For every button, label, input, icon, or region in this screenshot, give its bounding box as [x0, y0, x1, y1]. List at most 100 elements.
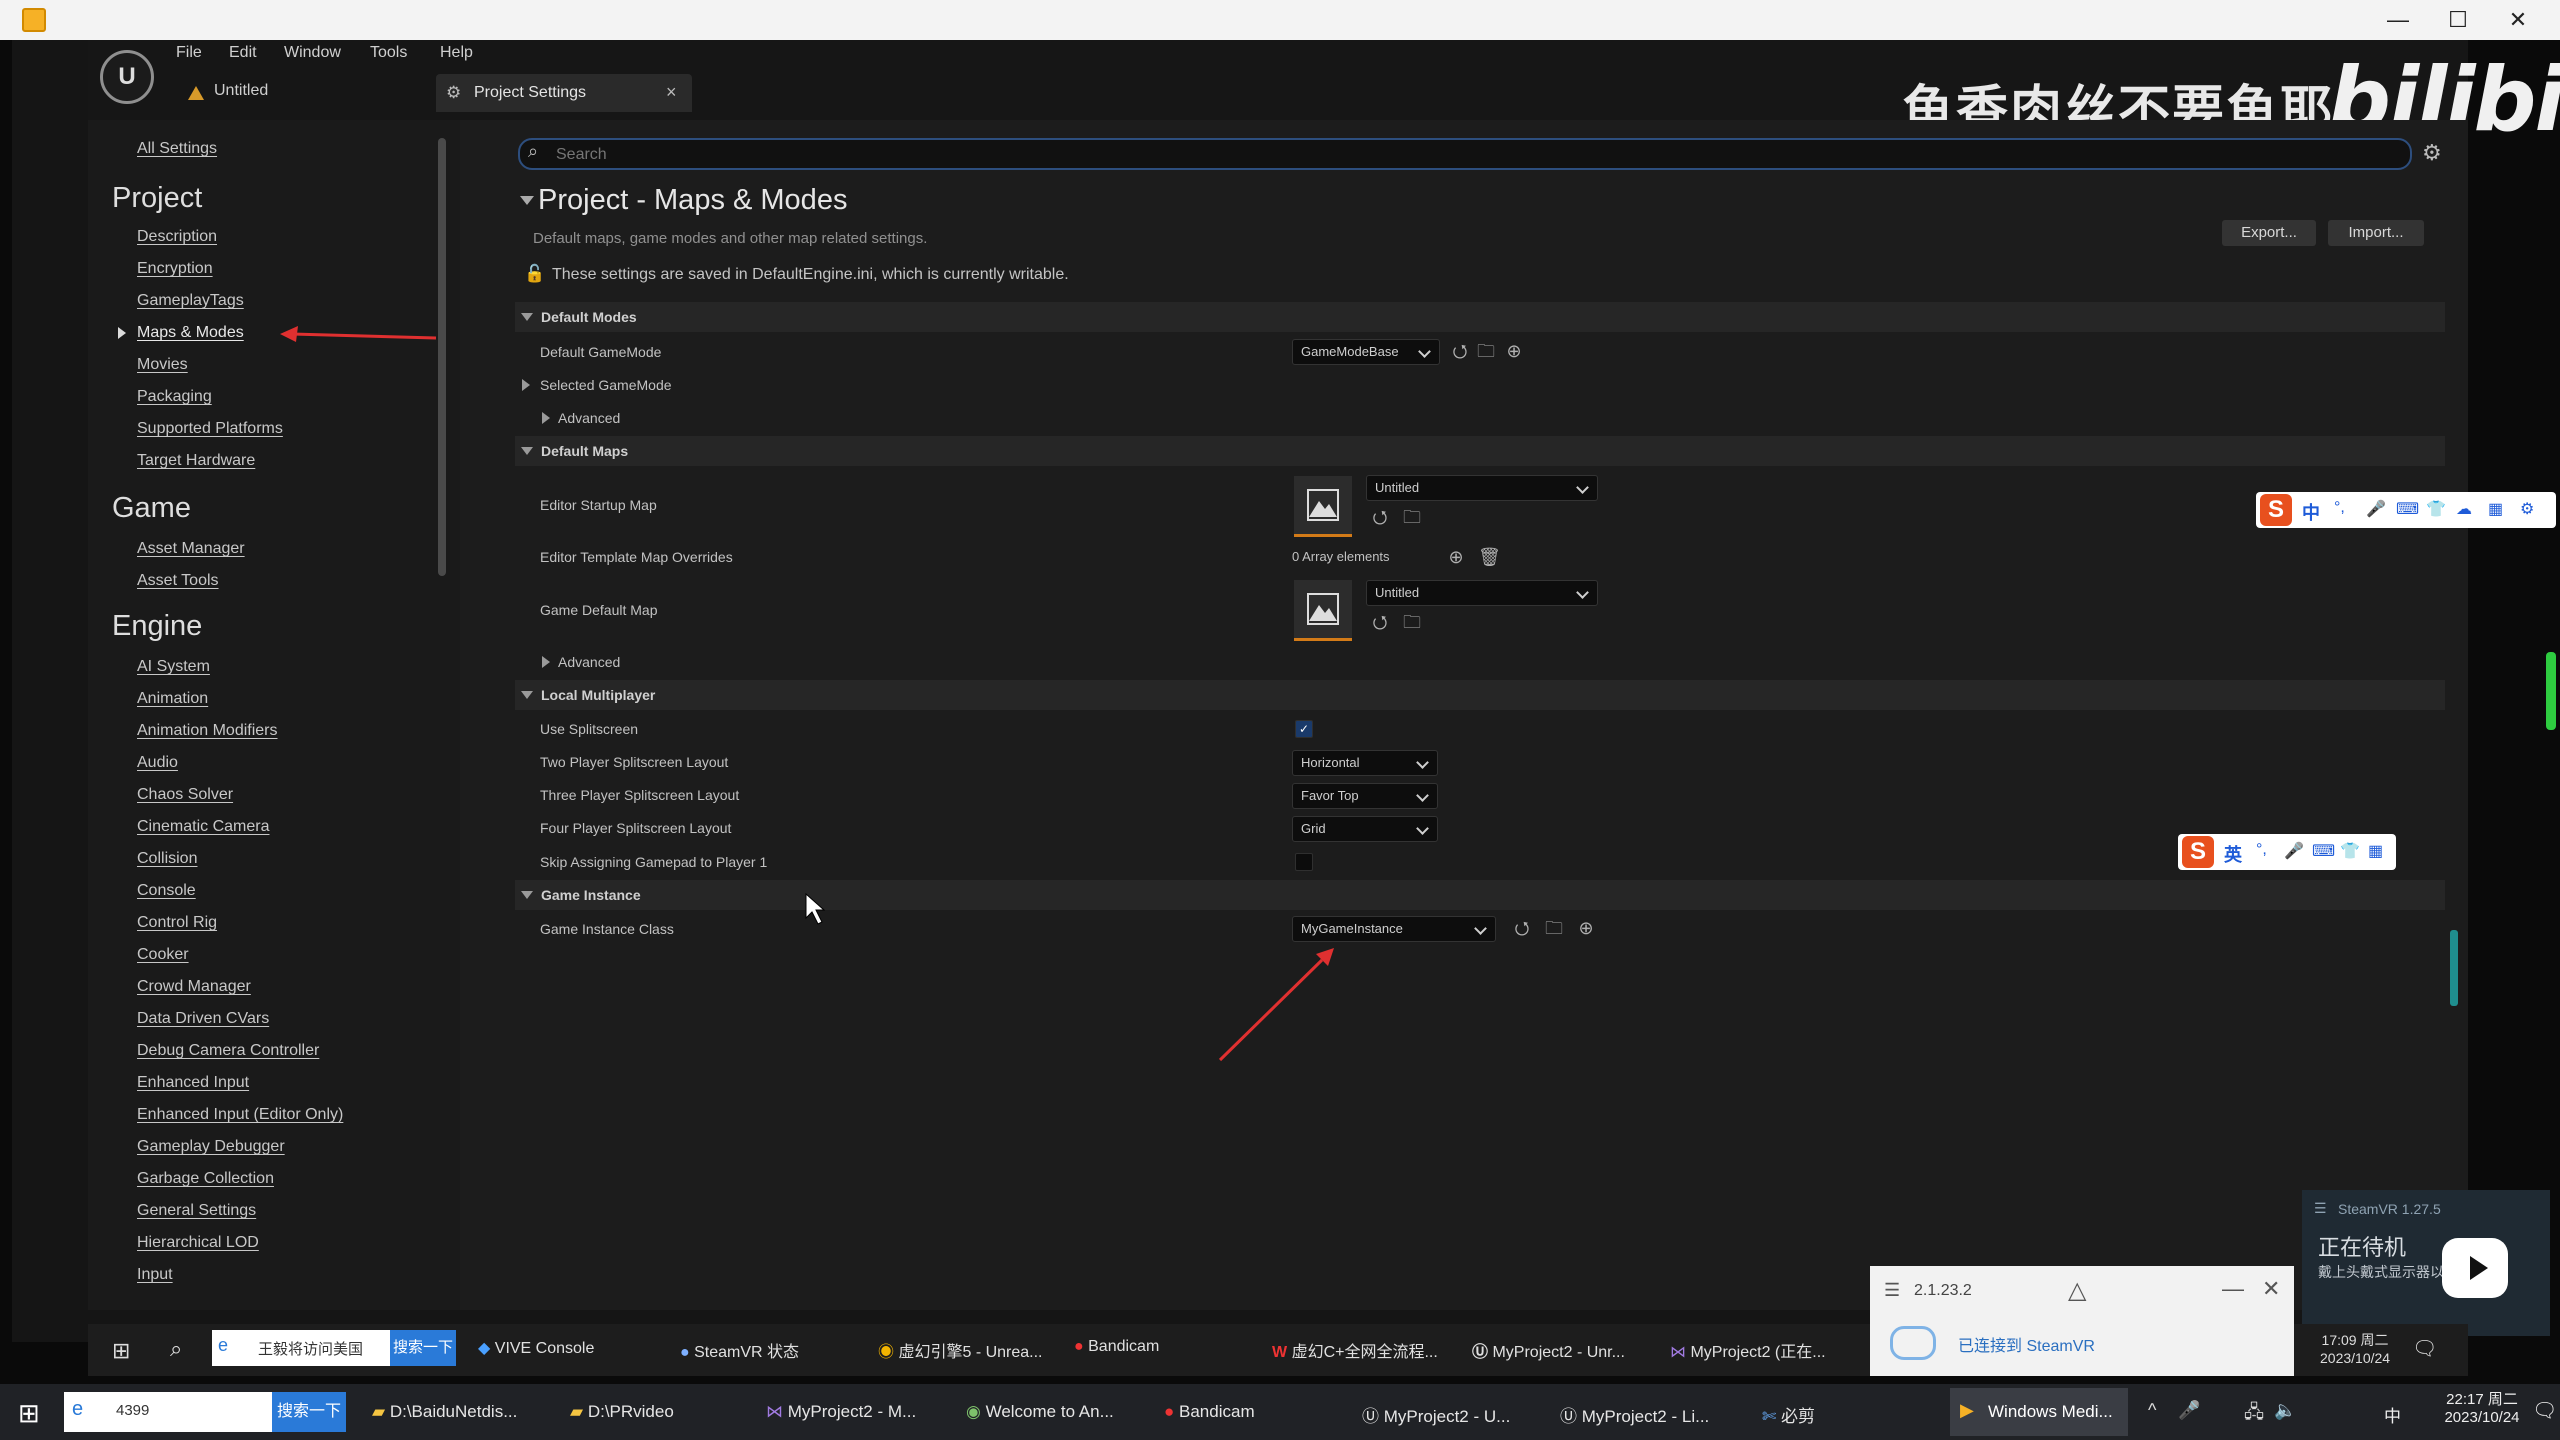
volume-icon[interactable]: 🔈: [2274, 1400, 2296, 1421]
input-method-indicator[interactable]: 中: [2384, 1402, 2401, 1427]
red-arrowhead-sidebar: [280, 326, 298, 342]
sogou-logo-icon: S: [2260, 494, 2292, 526]
record-icon: ●: [1074, 1338, 1084, 1355]
ime-punct-icon[interactable]: °,: [2256, 841, 2267, 859]
chrome-icon: ◉: [878, 1344, 895, 1361]
unreal-icon: Ⓤ: [1560, 1407, 1577, 1426]
search-button[interactable]: 搜索一下: [390, 1330, 456, 1366]
taskbar-label: MyProject2 (正在...: [1690, 1344, 1826, 1361]
visual-studio-icon: ⋈: [766, 1402, 783, 1421]
taskbar-item-unreal[interactable]: Ⓤ MyProject2 - Unr...: [1472, 1338, 1625, 1362]
taskbar-item-bijian[interactable]: ✄ 必剪: [1762, 1402, 1815, 1427]
red-arrow-sidebar: [291, 332, 437, 340]
taskbar-item-windows-media-active[interactable]: ▶ Windows Medi...: [1950, 1388, 2128, 1436]
steamvr-toast[interactable]: ☰ 2.1.23.2 △ — ✕ 已连接到 SteamVR: [1870, 1266, 2294, 1376]
steamvr-detail: 戴上头戴式显示器以: [2318, 1264, 2444, 1280]
windows-start-icon[interactable]: ⊞: [112, 1338, 130, 1364]
taskbar-item-chrome[interactable]: ◉ 虚幻引擎5 - Unrea...: [878, 1338, 1043, 1362]
taskbar-item-prvideo[interactable]: ▰ D:\PRvideo: [570, 1402, 674, 1422]
network-icon[interactable]: 🖧: [2244, 1400, 2264, 1430]
toast-version: 2.1.23.2: [1914, 1282, 1972, 1299]
vive-logo-icon: △: [2068, 1277, 2087, 1304]
ime-toolbar-2[interactable]: S 英 °, 🎤 ⌨ 👕 ▦: [2178, 834, 2396, 870]
outer-search-box[interactable]: e 4399 搜索一下: [64, 1392, 346, 1432]
inner-clock: 17:09 周二 2023/10/24: [2320, 1330, 2390, 1366]
taskbar-label: SteamVR 状态: [694, 1344, 800, 1361]
clock-date: 2023/10/24: [2444, 1409, 2520, 1426]
grid-menu-icon[interactable]: ▦: [2368, 841, 2383, 861]
taskbar-label: 虚幻引擎5 - Unrea...: [898, 1344, 1043, 1361]
taskbar-label: MyProject2 - U...: [1383, 1407, 1511, 1426]
wps-icon: W: [1272, 1344, 1288, 1361]
steamvr-icon: ●: [680, 1344, 690, 1361]
taskbar-item-vive-console[interactable]: ◆ VIVE Console: [478, 1338, 594, 1358]
clock-date: 2023/10/24: [2320, 1350, 2391, 1366]
keyboard-icon[interactable]: ⌨: [2312, 841, 2335, 861]
mouse-cursor-icon: [805, 892, 826, 925]
steamvr-panel[interactable]: ☰ SteamVR 1.27.5 正在待机 戴上头戴式显示器以: [2302, 1190, 2550, 1336]
steamvr-version: SteamVR 1.27.5: [2338, 1201, 2441, 1217]
taskbar-label: VIVE Console: [494, 1340, 595, 1357]
microphone-icon[interactable]: 🎤: [2366, 499, 2386, 519]
keyboard-icon[interactable]: ⌨: [2396, 499, 2419, 519]
annotation-arrows: [280, 326, 1334, 1062]
ime-lang-toggle[interactable]: 英: [2224, 841, 2242, 867]
taskbar-item-welcome[interactable]: ◉ Welcome to An...: [966, 1402, 1114, 1422]
menu-icon[interactable]: ☰: [1884, 1280, 1900, 1301]
browser-icon: e: [218, 1335, 229, 1355]
bijian-icon: ✄: [1762, 1407, 1777, 1426]
cloud-icon[interactable]: ☁: [2456, 499, 2472, 519]
microphone-icon[interactable]: 🎤: [2284, 841, 2304, 861]
search-icon[interactable]: ⌕: [170, 1336, 182, 1362]
microphone-icon[interactable]: 🎤: [2178, 1400, 2200, 1421]
record-icon: ●: [1164, 1402, 1175, 1421]
sogou-logo-icon: S: [2182, 836, 2214, 868]
tray-chevron-icon[interactable]: ^: [2148, 1400, 2156, 1421]
outer-clock: 22:17 周二 2023/10/24: [2442, 1388, 2522, 1426]
side-indicator: [2546, 652, 2556, 730]
skin-icon[interactable]: 👕: [2340, 841, 2360, 861]
app-icon: ◉: [966, 1402, 981, 1421]
toast-message: 已连接到 SteamVR: [1958, 1338, 2095, 1355]
windows-start-icon[interactable]: ⊞: [18, 1398, 40, 1429]
taskbar-label: Welcome to An...: [985, 1402, 1114, 1421]
taskbar-label: MyProject2 - M...: [787, 1402, 917, 1421]
taskbar-item-steamvr[interactable]: ● SteamVR 状态: [680, 1338, 799, 1362]
taskbar-label: 虚幻C+全网全流程...: [1291, 1344, 1438, 1361]
steamvr-status: 正在待机: [2318, 1235, 2407, 1260]
ime-lang-toggle[interactable]: 中: [2302, 499, 2320, 525]
taskbar-label: Windows Medi...: [1988, 1402, 2113, 1421]
taskbar-item-visual-studio[interactable]: ⋈ MyProject2 (正在...: [1670, 1338, 1826, 1362]
search-button[interactable]: 搜索一下: [272, 1392, 346, 1432]
minimize-icon[interactable]: —: [2222, 1276, 2244, 1302]
red-arrow-gameinstance: [1218, 958, 1324, 1062]
search-text: 王毅将访问美国: [258, 1341, 364, 1358]
close-icon[interactable]: ✕: [2262, 1276, 2280, 1302]
notification-icon[interactable]: 🗨: [2532, 1398, 2557, 1423]
gear-icon[interactable]: ⚙: [2520, 499, 2534, 519]
ime-toolbar[interactable]: S 中 °, 🎤 ⌨ 👕 ☁ ▦ ⚙: [2256, 492, 2556, 528]
unreal-icon: Ⓤ: [1472, 1344, 1489, 1361]
taskbar-label: D:\PRvideo: [587, 1402, 674, 1421]
taskbar-item-myproject2-live[interactable]: Ⓤ MyProject2 - Li...: [1560, 1402, 1709, 1427]
notification-icon[interactable]: 🗨: [2412, 1336, 2437, 1361]
inner-search-box[interactable]: e 王毅将访问美国 搜索一下: [212, 1330, 456, 1366]
taskbar-item-baidunetdisk[interactable]: ▰ D:\BaiduNetdis...: [372, 1402, 517, 1422]
clock-time: 17:09 周二: [2321, 1332, 2389, 1348]
folder-icon: ▰: [372, 1402, 386, 1421]
menu-icon[interactable]: ☰: [2314, 1200, 2327, 1217]
headset-icon: [1890, 1326, 1936, 1360]
taskbar-item-bandicam[interactable]: ● Bandicam: [1164, 1402, 1255, 1422]
play-icon: [2470, 1256, 2488, 1280]
ime-punct-icon[interactable]: °,: [2334, 499, 2345, 517]
taskbar-item-bandicam[interactable]: ● Bandicam: [1074, 1338, 1159, 1356]
visual-studio-icon: ⋈: [1670, 1344, 1686, 1361]
browser-icon: e: [72, 1398, 84, 1420]
taskbar-item-wps[interactable]: W 虚幻C+全网全流程...: [1272, 1338, 1438, 1362]
grid-menu-icon[interactable]: ▦: [2488, 499, 2503, 519]
taskbar-item-myproject2-unreal[interactable]: Ⓤ MyProject2 - U...: [1362, 1402, 1510, 1427]
skin-icon[interactable]: 👕: [2426, 499, 2446, 519]
taskbar-label: D:\BaiduNetdis...: [389, 1402, 518, 1421]
taskbar-item-myproject2-vs[interactable]: ⋈ MyProject2 - M...: [766, 1402, 916, 1422]
folder-icon: ▰: [570, 1402, 584, 1421]
